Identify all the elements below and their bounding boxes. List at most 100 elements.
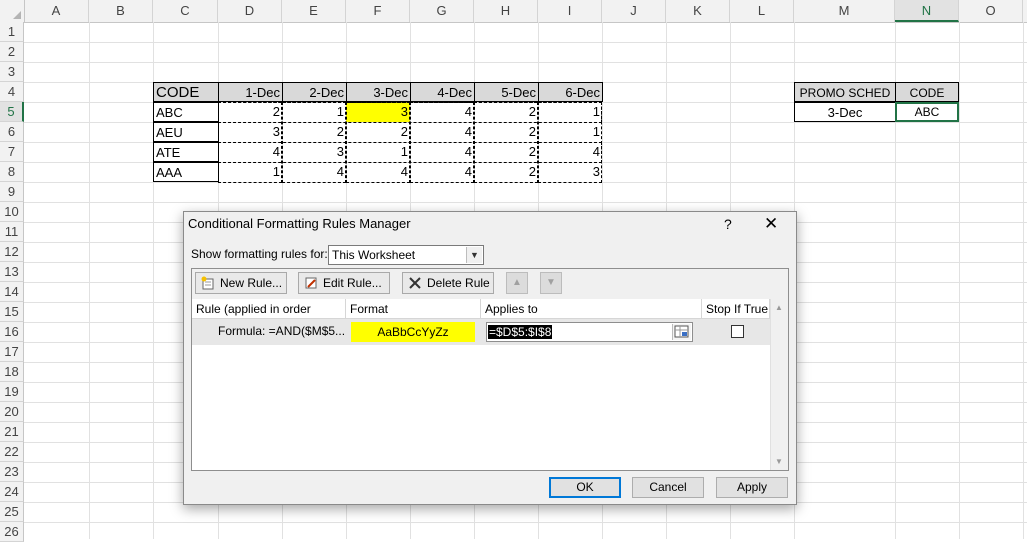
row-header-19[interactable]: 19 — [0, 382, 24, 402]
promo-sched-cell[interactable]: 3-Dec — [794, 102, 896, 122]
table-cell-code[interactable]: ABC — [153, 102, 219, 122]
new-rule-button[interactable]: New Rule... — [195, 272, 287, 294]
table-cell[interactable]: 4 — [538, 142, 602, 162]
row-header-22[interactable]: 22 — [0, 442, 24, 462]
table-cell[interactable]: 1 — [218, 162, 282, 182]
row-header-4[interactable]: 4 — [0, 82, 24, 102]
move-down-button[interactable]: ▼ — [540, 272, 562, 294]
row-header-25[interactable]: 25 — [0, 502, 24, 522]
table-header-code[interactable]: CODE — [153, 82, 219, 102]
table-cell[interactable]: 4 — [410, 142, 474, 162]
promo-code-cell-active[interactable]: ABC — [895, 102, 959, 122]
close-icon[interactable]: ✕ — [764, 214, 778, 234]
select-all-corner[interactable] — [0, 0, 25, 22]
promo-header-code[interactable]: CODE — [895, 82, 959, 102]
table-header-date[interactable]: 2-Dec — [282, 82, 347, 102]
row-header-24[interactable]: 24 — [0, 482, 24, 502]
column-header-d[interactable]: D — [218, 0, 282, 22]
column-header-a[interactable]: A — [24, 0, 89, 22]
row-header-5[interactable]: 5 — [0, 102, 24, 122]
scroll-down-icon[interactable]: ▼ — [775, 457, 783, 466]
row-header-11[interactable]: 11 — [0, 222, 24, 242]
column-header-f[interactable]: F — [346, 0, 410, 22]
table-cell[interactable]: 1 — [282, 102, 346, 122]
promo-header-sched[interactable]: PROMO SCHED — [794, 82, 896, 102]
row-header-21[interactable]: 21 — [0, 422, 24, 442]
table-cell-code[interactable]: AAA — [153, 162, 219, 182]
row-header-12[interactable]: 12 — [0, 242, 24, 262]
table-cell[interactable]: 2 — [282, 122, 346, 142]
ok-button[interactable]: OK — [549, 477, 621, 498]
column-header-l[interactable]: L — [730, 0, 794, 22]
row-header-17[interactable]: 17 — [0, 342, 24, 362]
table-cell[interactable]: 4 — [346, 162, 410, 182]
table-cell[interactable]: 1 — [538, 102, 602, 122]
row-header-8[interactable]: 8 — [0, 162, 24, 182]
row-header-2[interactable]: 2 — [0, 42, 24, 62]
row-header-9[interactable]: 9 — [0, 182, 24, 202]
range-picker-button[interactable] — [672, 324, 691, 340]
chevron-down-icon[interactable]: ▼ — [466, 247, 482, 263]
table-header-date[interactable]: 3-Dec — [346, 82, 411, 102]
rule-row[interactable]: Formula: =AND($M$5... AaBbCcYyZz =$D$5:$… — [192, 319, 770, 345]
table-cell[interactable]: 4 — [218, 142, 282, 162]
column-header-k[interactable]: K — [666, 0, 730, 22]
table-cell[interactable]: 2 — [346, 122, 410, 142]
row-header-26[interactable]: 26 — [0, 522, 24, 542]
row-header-15[interactable]: 15 — [0, 302, 24, 322]
column-header-n[interactable]: N — [895, 0, 959, 22]
column-header-b[interactable]: B — [89, 0, 153, 22]
table-header-date[interactable]: 6-Dec — [538, 82, 603, 102]
edit-rule-button[interactable]: Edit Rule... — [298, 272, 390, 294]
rules-scrollbar[interactable]: ▲ ▼ — [770, 299, 788, 470]
row-header-18[interactable]: 18 — [0, 362, 24, 382]
table-header-date[interactable]: 5-Dec — [474, 82, 539, 102]
row-header-13[interactable]: 13 — [0, 262, 24, 282]
table-cell-code[interactable]: ATE — [153, 142, 219, 162]
table-cell[interactable]: 3 — [218, 122, 282, 142]
applies-to-input[interactable]: =$D$5:$I$8 — [486, 322, 693, 342]
move-up-button[interactable]: ▲ — [506, 272, 528, 294]
table-cell[interactable]: 4 — [410, 162, 474, 182]
row-header-6[interactable]: 6 — [0, 122, 24, 142]
table-cell[interactable]: 4 — [410, 122, 474, 142]
table-cell[interactable]: 4 — [410, 102, 474, 122]
row-header-3[interactable]: 3 — [0, 62, 24, 82]
table-cell[interactable]: 3 — [538, 162, 602, 182]
column-header-j[interactable]: J — [602, 0, 666, 22]
help-button[interactable]: ? — [724, 216, 732, 232]
table-cell-code[interactable]: AEU — [153, 122, 219, 142]
column-header-m[interactable]: M — [794, 0, 895, 22]
delete-rule-button[interactable]: Delete Rule — [402, 272, 494, 294]
column-header-o[interactable]: O — [959, 0, 1023, 22]
row-header-1[interactable]: 1 — [0, 22, 24, 42]
column-header-g[interactable]: G — [410, 0, 474, 22]
table-cell[interactable]: 2 — [474, 142, 538, 162]
scroll-up-icon[interactable]: ▲ — [775, 303, 783, 312]
table-cell[interactable]: 2 — [474, 162, 538, 182]
table-cell[interactable]: 1 — [346, 142, 410, 162]
row-header-7[interactable]: 7 — [0, 142, 24, 162]
row-header-16[interactable]: 16 — [0, 322, 24, 342]
table-cell[interactable]: 1 — [538, 122, 602, 142]
table-cell[interactable]: 3 — [282, 142, 346, 162]
table-cell[interactable]: 2 — [474, 122, 538, 142]
row-header-14[interactable]: 14 — [0, 282, 24, 302]
column-header-e[interactable]: E — [282, 0, 346, 22]
table-cell[interactable]: 2 — [218, 102, 282, 122]
row-header-20[interactable]: 20 — [0, 402, 24, 422]
column-header-i[interactable]: I — [538, 0, 602, 22]
show-rules-select[interactable]: This Worksheet ▼ — [328, 245, 484, 265]
table-cell-highlighted[interactable]: 3 — [346, 102, 410, 122]
column-header-c[interactable]: C — [153, 0, 218, 22]
row-header-10[interactable]: 10 — [0, 202, 24, 222]
cancel-button[interactable]: Cancel — [632, 477, 704, 498]
table-cell[interactable]: 2 — [474, 102, 538, 122]
table-header-date[interactable]: 1-Dec — [218, 82, 283, 102]
row-header-23[interactable]: 23 — [0, 462, 24, 482]
table-cell[interactable]: 4 — [282, 162, 346, 182]
table-header-date[interactable]: 4-Dec — [410, 82, 475, 102]
column-header-h[interactable]: H — [474, 0, 538, 22]
stop-if-true-checkbox[interactable] — [731, 325, 744, 338]
apply-button[interactable]: Apply — [716, 477, 788, 498]
